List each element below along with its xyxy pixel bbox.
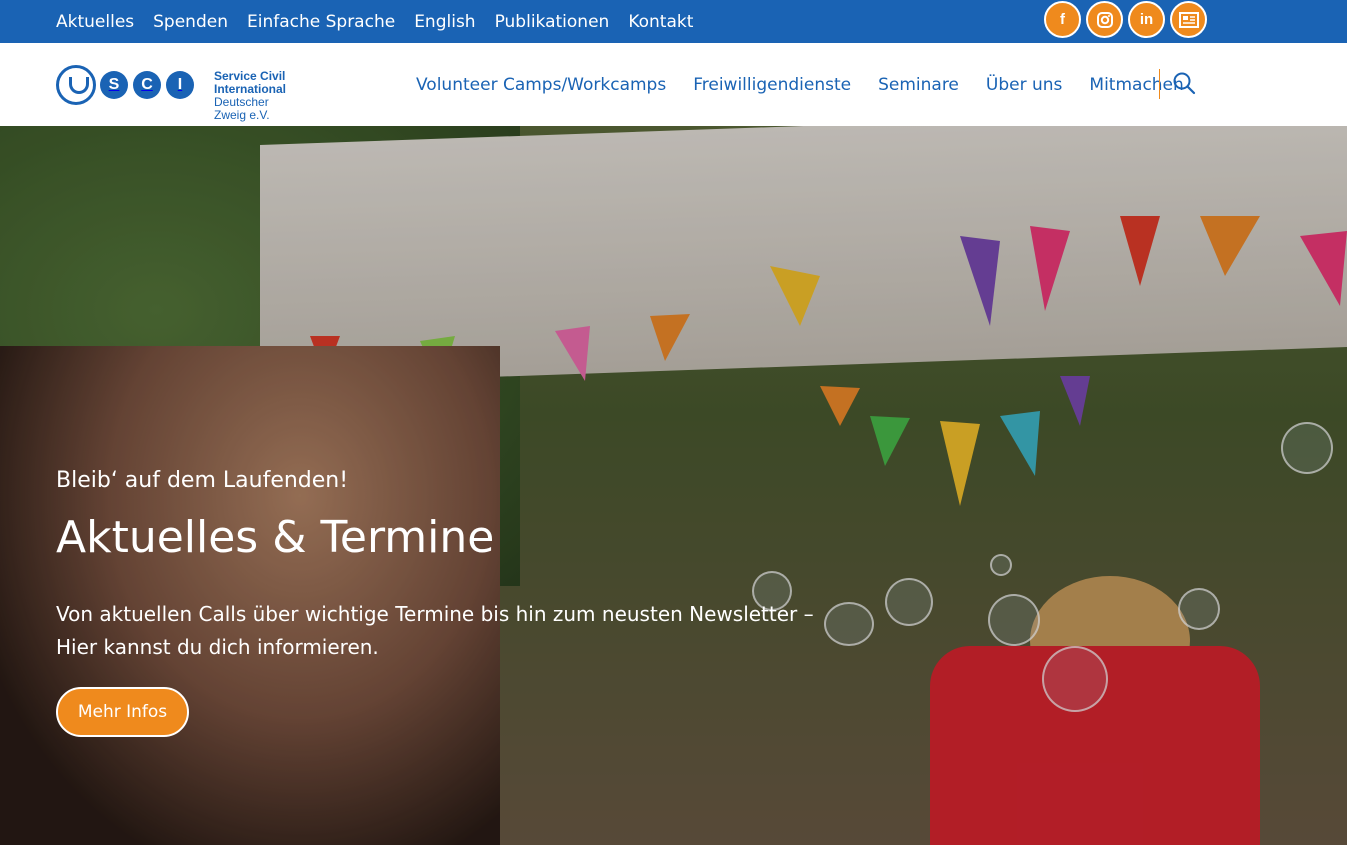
nav-freiwilligendienste[interactable]: Freiwilligendienste [693,75,851,95]
nav-seminare[interactable]: Seminare [878,75,959,95]
logo-org-branch: Deutscher Zweig e.V. [214,95,270,122]
hero-section: Bleib‘ auf dem Laufenden! Aktuelles & Te… [0,126,1347,845]
top-link-kontakt[interactable]: Kontakt [628,12,693,32]
logo-letter-i: I [166,71,194,99]
newsletter-icon[interactable] [1170,1,1207,38]
top-link-publikationen[interactable]: Publikationen [495,12,610,32]
social-links: f in [1044,1,1212,38]
facebook-icon[interactable]: f [1044,1,1081,38]
instagram-glyph [1096,11,1113,28]
logo-letter-c: C [133,71,161,99]
logo-letter-s: S [100,71,128,99]
search-icon[interactable] [1172,71,1196,95]
hero-kicker: Bleib‘ auf dem Laufenden! [56,468,349,493]
top-nav: Aktuelles Spenden Einfache Sprache Engli… [56,0,712,43]
nav-divider [1159,69,1160,99]
linkedin-icon[interactable]: in [1128,1,1165,38]
logo-org-name: Service Civil International [214,69,287,96]
nav-mitmachen[interactable]: Mitmachen [1089,75,1183,95]
hero-title: Aktuelles & Termine [56,512,495,563]
top-bar: Aktuelles Spenden Einfache Sprache Engli… [0,0,1347,43]
top-link-spenden[interactable]: Spenden [153,12,228,32]
sci-emblem-icon [56,65,96,105]
instagram-icon[interactable] [1086,1,1123,38]
hero-description: Von aktuellen Calls über wichtige Termin… [56,602,814,659]
top-link-english[interactable]: English [414,12,475,32]
sci-logo[interactable]: S C I Service Civil International Deutsc… [56,65,286,122]
main-nav: Volunteer Camps/Workcamps Freiwilligendi… [416,43,1211,126]
logo-text: Service Civil International Deutscher Zw… [214,70,286,122]
nav-ueber-uns[interactable]: Über uns [986,75,1063,95]
site-header: S C I Service Civil International Deutsc… [0,43,1347,126]
mehr-infos-button[interactable]: Mehr Infos [56,687,189,737]
facebook-glyph: f [1060,11,1065,28]
linkedin-glyph: in [1139,11,1154,28]
top-link-aktuelles[interactable]: Aktuelles [56,12,134,32]
top-link-einfache-sprache[interactable]: Einfache Sprache [247,12,395,32]
nav-volunteer-camps[interactable]: Volunteer Camps/Workcamps [416,75,666,95]
newsletter-glyph [1178,11,1199,28]
